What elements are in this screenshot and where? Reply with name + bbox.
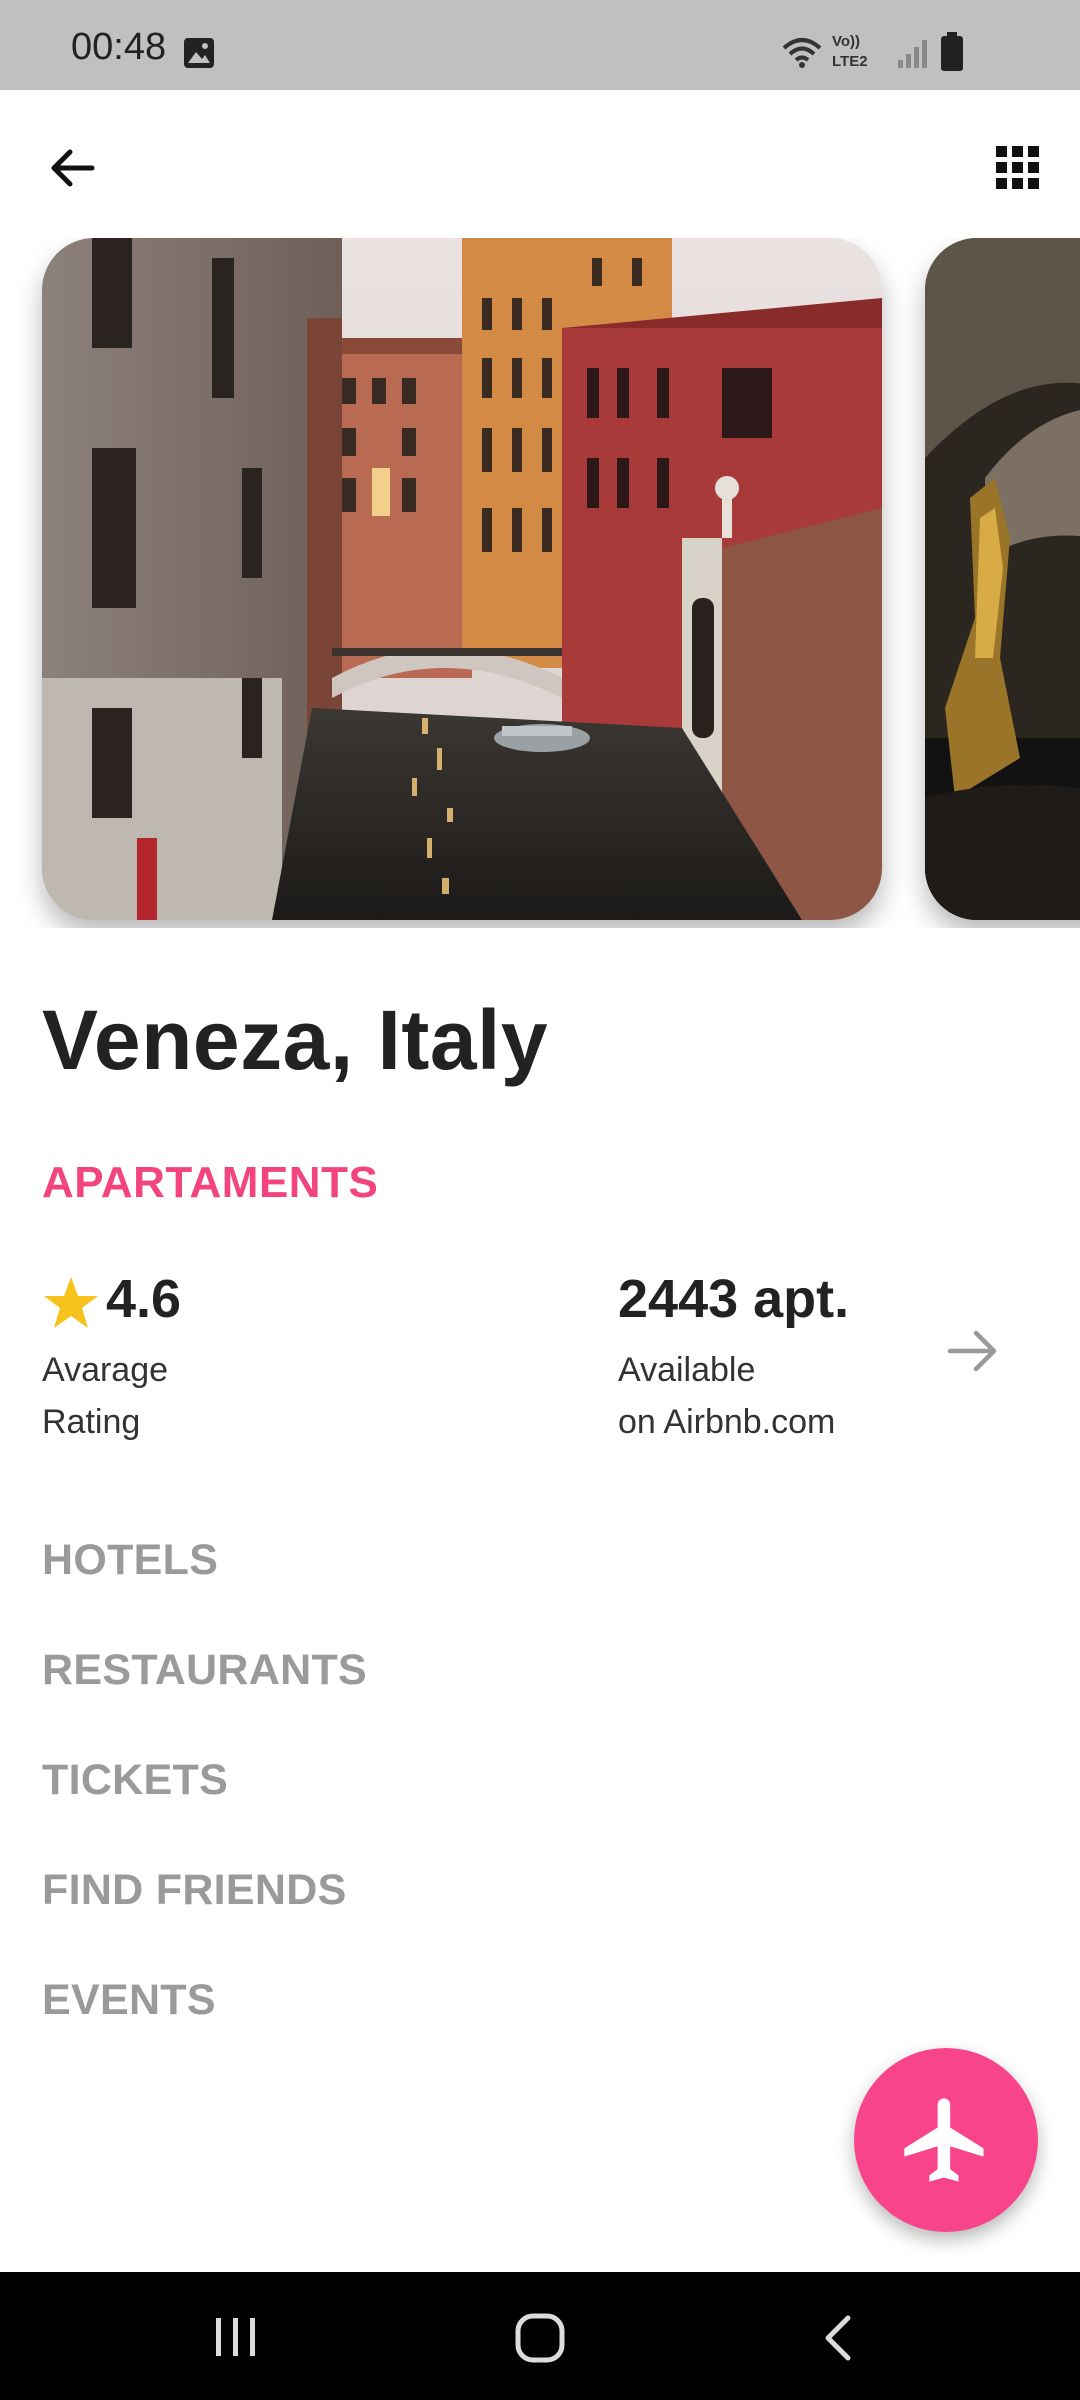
stats-row: 4.6 Avarage Rating 2443 apt. Available o… (42, 1268, 1042, 1448)
status-time: 00:48 (71, 26, 167, 68)
apartments-block: 2443 apt. Available on Airbnb.com (618, 1268, 948, 1441)
status-bar: 00:48 Vo)) LTE2 (0, 0, 1080, 90)
star-icon (44, 1277, 98, 1328)
destination-photo-card[interactable] (42, 238, 882, 920)
back-nav-icon[interactable] (818, 2310, 858, 2366)
wifi-icon (782, 38, 822, 68)
rating-label-line2: Rating (42, 1403, 141, 1441)
apartments-count: 2443 apt. (618, 1269, 850, 1329)
destination-photo-card-next[interactable] (925, 238, 1080, 920)
menu-item-find-friends[interactable]: FIND FRIENDS (42, 1866, 347, 1915)
destination-title: Veneza, Italy (42, 993, 549, 1087)
apartments-label: Available on Airbnb.com (618, 1344, 958, 1448)
network-label-icon: Vo)) LTE2 (832, 33, 868, 70)
airplane-icon (904, 2098, 984, 2182)
photo-carousel[interactable] (0, 238, 1080, 928)
signal-icon (898, 40, 927, 68)
rating-label: Avarage Rating (42, 1344, 342, 1448)
image-notification-icon (184, 38, 214, 68)
flights-fab-button[interactable] (854, 2048, 1038, 2232)
recent-apps-icon[interactable] (206, 2312, 266, 2362)
menu-item-tickets[interactable]: TICKETS (42, 1756, 228, 1805)
status-icons: Vo)) LTE2 (780, 28, 1010, 74)
grid-menu-button[interactable] (980, 130, 1056, 206)
back-button[interactable] (36, 130, 112, 206)
battery-icon (941, 32, 963, 71)
menu-item-hotels[interactable]: HOTELS (42, 1536, 218, 1585)
apartments-label-line1: Available (618, 1351, 756, 1389)
menu-item-restaurants[interactable]: RESTAURANTS (42, 1646, 367, 1695)
arrow-right-icon[interactable] (942, 1320, 1004, 1382)
app-bar (0, 90, 1080, 240)
grid-icon (996, 146, 1039, 189)
venice-canal-photo (42, 238, 882, 920)
section-apartments[interactable]: APARTAMENTS (42, 1158, 378, 1208)
arrow-left-icon (51, 149, 95, 187)
svg-text:Vo)): Vo)) (832, 33, 860, 50)
venice-gondola-photo (925, 238, 1080, 920)
rating-label-line1: Avarage (42, 1351, 169, 1389)
apartments-label-line2: on Airbnb.com (618, 1403, 836, 1441)
home-icon[interactable] (510, 2310, 570, 2366)
rating-value: 4.6 (106, 1269, 182, 1329)
system-nav-bar (0, 2272, 1080, 2400)
menu-item-events[interactable]: EVENTS (42, 1976, 216, 2025)
svg-text:LTE2: LTE2 (832, 53, 868, 70)
